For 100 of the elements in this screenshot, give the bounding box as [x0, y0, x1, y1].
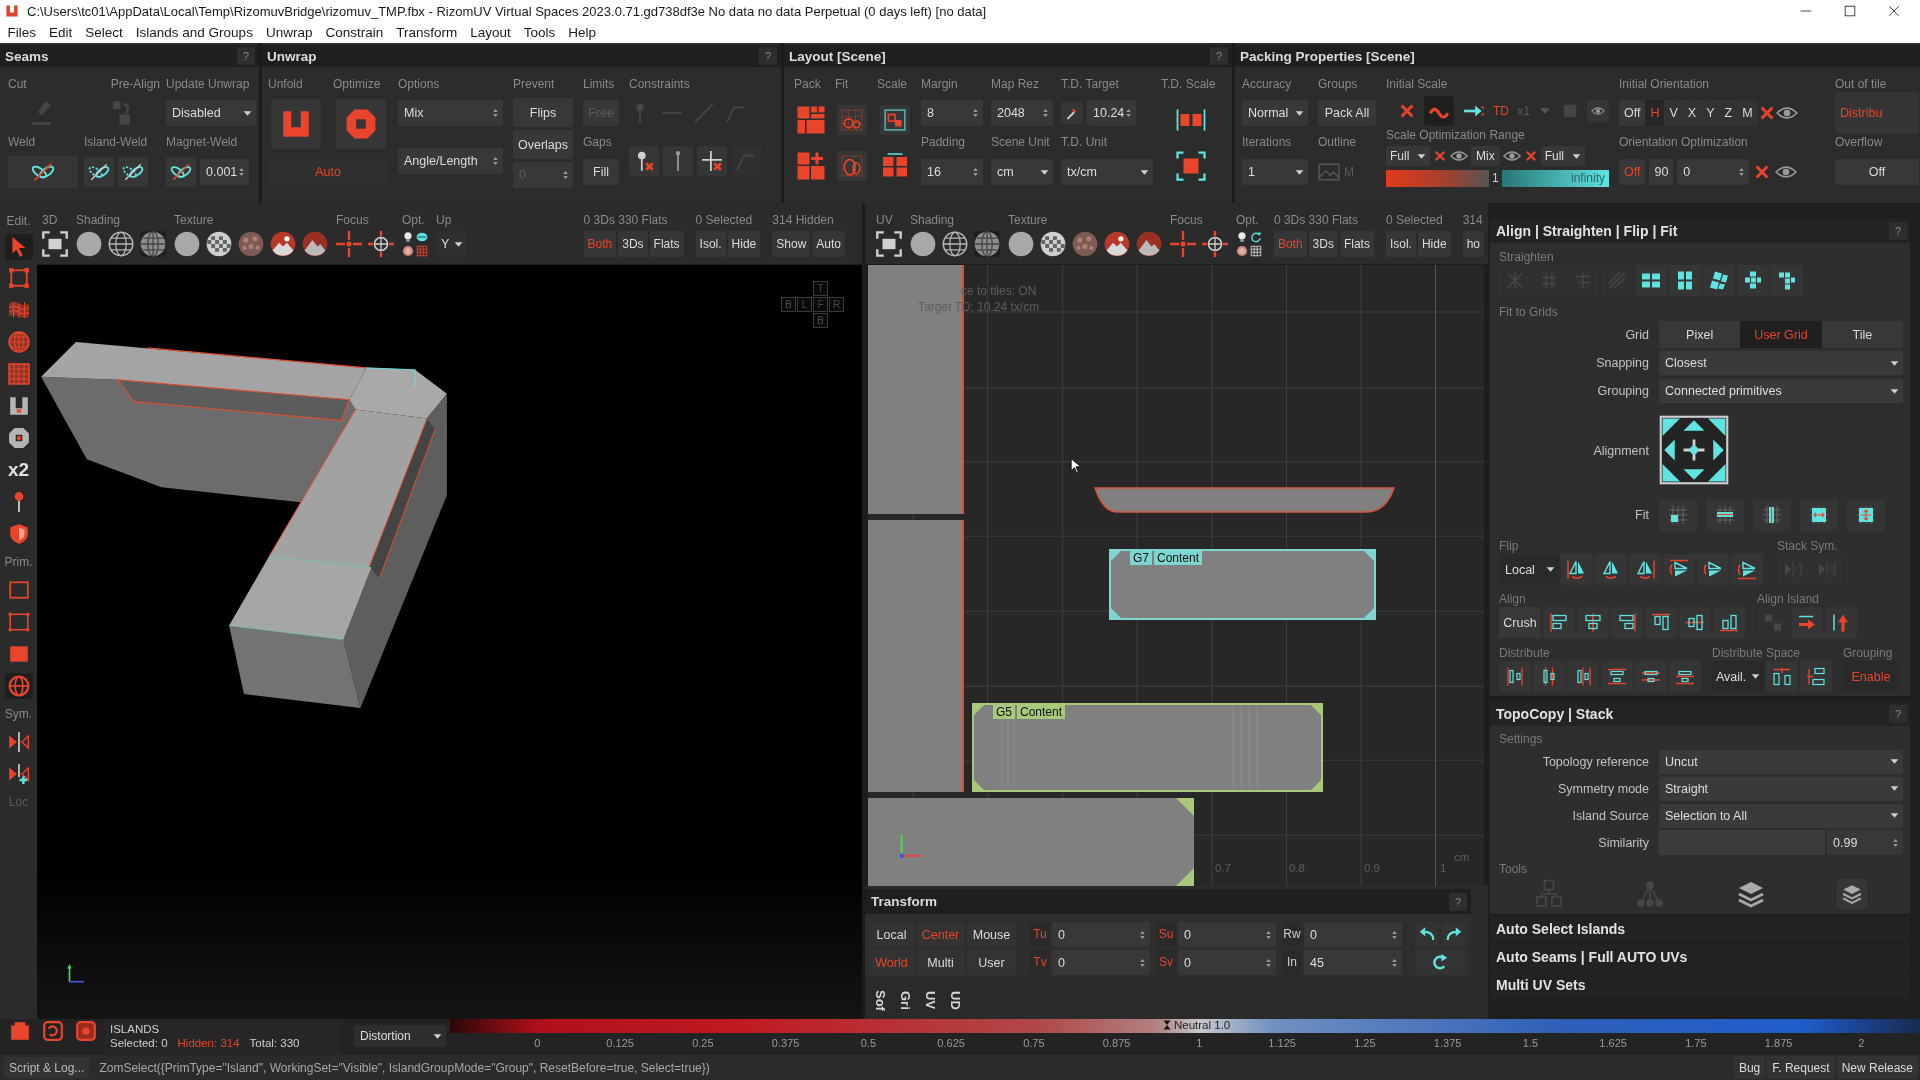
hide-button[interactable]: Hide [1417, 231, 1451, 257]
checker-sphere-icon[interactable] [1040, 231, 1066, 257]
x-mark-icon[interactable] [1523, 149, 1538, 163]
flip-left-icon[interactable] [1561, 554, 1593, 585]
crush-button[interactable]: Crush [1499, 607, 1541, 638]
refresh-icon[interactable] [1250, 231, 1262, 243]
plain-sphere-icon[interactable] [174, 231, 200, 257]
align-middle-icon[interactable] [1679, 607, 1711, 638]
crosshair-icon[interactable] [1170, 231, 1196, 257]
rotate-left-icon[interactable] [1415, 922, 1439, 947]
pack-all-button[interactable]: Pack All [1318, 100, 1376, 126]
light-bulb-icon[interactable] [402, 231, 414, 243]
fit-horizontal-icon[interactable] [1706, 499, 1744, 531]
eye-icon[interactable] [1587, 100, 1609, 122]
distribute-top-icon[interactable] [1601, 661, 1633, 692]
options-spinner[interactable]: Mix [398, 100, 503, 126]
step-tiles-icon[interactable] [1771, 265, 1803, 296]
grid-option-tab[interactable]: User Grid [1740, 321, 1822, 348]
orientation-axis-toggle[interactable]: Z [1719, 100, 1738, 126]
show-button[interactable]: ho [1462, 231, 1484, 257]
fit-vertical-icon[interactable] [1753, 499, 1791, 531]
setting-dropdown[interactable]: Uncut [1659, 749, 1903, 774]
target-crosshair-icon[interactable] [1202, 231, 1228, 257]
range-mode-button[interactable]: Mix [1471, 146, 1500, 166]
dotted-sphere-icon[interactable] [1072, 231, 1098, 257]
dotted-grid-ovals-icon[interactable] [837, 151, 867, 181]
flip-bottom-icon[interactable] [1731, 554, 1763, 585]
scene-unit-dropdown[interactable]: cm [991, 159, 1053, 185]
tilde-icon[interactable] [1424, 96, 1455, 126]
distribute-right-icon[interactable] [1567, 661, 1599, 692]
dot-in-square-icon[interactable] [75, 1020, 97, 1042]
iterations-dropdown[interactable]: 1 [1242, 159, 1308, 185]
rotate-icon[interactable] [1415, 950, 1466, 975]
menu-item[interactable]: Unwrap [259, 25, 319, 40]
overflow-button[interactable]: Off [1835, 159, 1919, 185]
transform-field[interactable]: 45 [1304, 950, 1402, 975]
arrow-up-icon[interactable] [1825, 607, 1857, 638]
wireframe-sphere-icon[interactable] [942, 231, 968, 257]
square-in-frame-icon[interactable] [1176, 151, 1206, 181]
enable-toggle[interactable]: Enable [1843, 661, 1899, 692]
cross-remove-icon[interactable] [697, 146, 727, 176]
isolate-button[interactable]: Isol. [695, 231, 726, 257]
orientation-off-button[interactable]: Off [1619, 100, 1646, 126]
space-horizontal-icon[interactable] [1800, 661, 1832, 692]
maximize-icon[interactable] [1844, 5, 1856, 17]
frame-view-icon[interactable] [876, 231, 902, 257]
map-rez-field[interactable]: 2048 [991, 100, 1053, 126]
flip-middle-icon[interactable] [1697, 554, 1729, 585]
x-mark-icon[interactable] [1398, 102, 1416, 120]
distribute-center-icon[interactable] [1533, 661, 1565, 692]
setting-dropdown[interactable]: Selection to All [1659, 803, 1903, 828]
align-bottom-icon[interactable] [1713, 607, 1745, 638]
distribute-left-icon[interactable] [1499, 661, 1531, 692]
tile-grid-icon[interactable] [1635, 265, 1667, 296]
hide-button[interactable]: Hide [727, 231, 761, 257]
solid-sphere-icon[interactable] [76, 231, 102, 257]
ball-icon[interactable] [402, 245, 414, 257]
pivot-toggle[interactable]: Local [869, 922, 914, 947]
filter-tab[interactable]: 3Ds [1308, 231, 1338, 257]
plain-sphere-icon[interactable] [1008, 231, 1034, 257]
menu-item[interactable]: Help [561, 25, 603, 40]
snapping-dropdown[interactable]: Closest [1659, 351, 1903, 375]
crossed-loops-icon[interactable] [8, 156, 78, 188]
align-top-icon[interactable] [1645, 607, 1677, 638]
orientation-axis-toggle[interactable]: V [1664, 100, 1683, 126]
accuracy-dropdown[interactable]: Normal [1242, 100, 1308, 126]
alignment-grid-icon[interactable] [1659, 414, 1729, 485]
light-bulb-icon[interactable] [1236, 231, 1248, 243]
help-button[interactable]: ? [237, 47, 255, 65]
similarity-field[interactable]: 0.99 [1827, 830, 1903, 855]
transform-field[interactable]: 0 [1178, 922, 1276, 947]
dashed-loops-icon[interactable] [118, 157, 148, 187]
dotted-grid-circles-icon[interactable] [837, 105, 867, 135]
block-icon[interactable] [9, 1020, 31, 1042]
td-unit-dropdown[interactable]: tx/cm [1061, 159, 1153, 185]
x-mark-icon[interactable] [1433, 149, 1447, 163]
wireframe-sphere-icon[interactable] [108, 231, 134, 257]
distribute-middle-icon[interactable] [1635, 661, 1667, 692]
pin-remove-icon[interactable] [629, 146, 659, 176]
orientation-axis-toggle[interactable]: H [1645, 100, 1665, 126]
caret-icon[interactable] [1545, 564, 1556, 575]
help-button[interactable]: ? [1889, 704, 1907, 723]
section-header[interactable]: Auto Select Islands [1490, 916, 1910, 942]
fit-width-icon[interactable] [1800, 499, 1838, 531]
help-button[interactable]: ? [1449, 892, 1467, 911]
menu-item[interactable]: Layout [463, 25, 518, 40]
margin-field[interactable]: 8 [921, 100, 983, 126]
menu-item[interactable]: Transform [389, 25, 464, 40]
align-left-icon[interactable] [1543, 607, 1575, 638]
nested-squares-icon[interactable] [880, 105, 910, 135]
menu-item[interactable]: Islands and Groups [129, 25, 260, 40]
td-target-field[interactable]: 10.24 [1087, 100, 1137, 126]
cross-tiles-icon[interactable] [1737, 265, 1769, 296]
filter-tab[interactable]: Flats [1339, 231, 1374, 257]
flip-space-dropdown[interactable]: Local [1499, 554, 1559, 585]
pivot-toggle[interactable]: User [967, 950, 1016, 975]
isolate-button[interactable]: Isol. [1385, 231, 1416, 257]
fit-height-icon[interactable] [1847, 499, 1885, 531]
landscape-disc-icon[interactable] [302, 231, 328, 257]
crossed-loops-icon[interactable] [166, 157, 196, 187]
